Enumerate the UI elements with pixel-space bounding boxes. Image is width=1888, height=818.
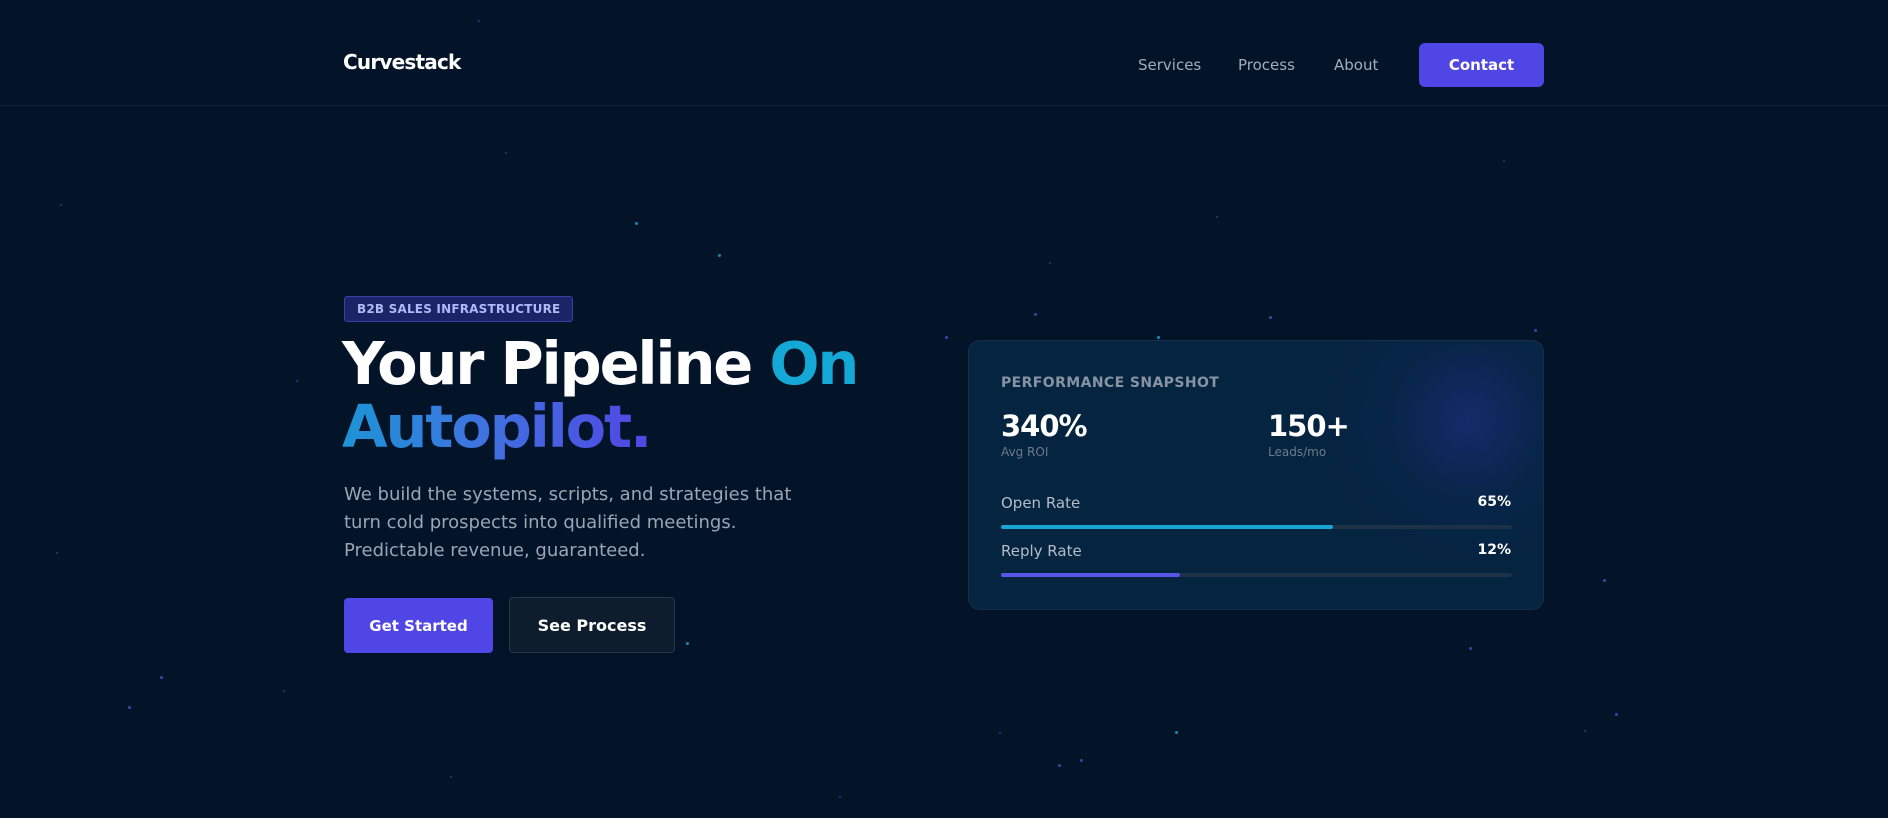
brand-logo[interactable]: Curvestack — [343, 50, 461, 74]
particle — [128, 706, 131, 709]
particle — [505, 152, 507, 154]
progress-track-open-rate — [1001, 525, 1512, 529]
metric-label-reply-rate: Reply Rate — [1001, 542, 1082, 560]
top-navbar: Curvestack Services Process About Contac… — [0, 0, 1888, 106]
particle — [1049, 262, 1051, 264]
see-process-button[interactable]: See Process — [509, 597, 675, 653]
particle — [160, 676, 163, 679]
particle — [839, 796, 841, 798]
particle — [1469, 647, 1472, 650]
particle — [1058, 764, 1061, 767]
particle — [1534, 329, 1537, 332]
performance-snapshot-card: PERFORMANCE SNAPSHOT 340% Avg ROI 150+ L… — [968, 340, 1544, 610]
nav-link-services[interactable]: Services — [1138, 56, 1201, 74]
card-title: PERFORMANCE SNAPSHOT — [1001, 375, 1220, 391]
progress-track-reply-rate — [1001, 573, 1512, 577]
stat-label-leads: Leads/mo — [1268, 445, 1327, 459]
particle — [1269, 316, 1272, 319]
metric-value-open-rate: 65% — [1477, 494, 1511, 510]
headline-accent-on: On — [769, 329, 859, 398]
particle — [1080, 759, 1083, 762]
metric-value-reply-rate: 12% — [1477, 542, 1511, 558]
particle — [945, 336, 948, 339]
metric-label-open-rate: Open Rate — [1001, 494, 1081, 512]
particle — [60, 204, 62, 206]
particle — [1157, 336, 1160, 339]
nav-link-about[interactable]: About — [1334, 56, 1378, 74]
headline-text: Your Pipeline — [342, 329, 770, 398]
particle — [1175, 731, 1178, 734]
get-started-button[interactable]: Get Started — [344, 598, 493, 653]
category-badge: B2B SALES INFRASTRUCTURE — [344, 296, 574, 322]
stat-value-leads: 150+ — [1268, 409, 1350, 443]
particle — [1216, 216, 1218, 218]
particle — [718, 254, 721, 257]
particle — [56, 552, 58, 554]
headline-accent-autopilot: Autopilot. — [342, 392, 652, 461]
particle — [635, 222, 638, 225]
hero-subtitle: We build the systems, scripts, and strat… — [344, 484, 792, 561]
stat-value-roi: 340% — [1001, 409, 1088, 443]
particle — [450, 776, 452, 778]
progress-fill-open-rate — [1001, 525, 1334, 529]
particle — [686, 642, 689, 645]
progress-fill-reply-rate — [1001, 573, 1180, 577]
hero-headline: Your Pipeline On Autopilot. — [342, 332, 942, 458]
particle — [1615, 713, 1618, 716]
particle — [1034, 313, 1037, 316]
contact-button[interactable]: Contact — [1419, 43, 1544, 87]
landing-page: Curvestack Services Process About Contac… — [0, 0, 1888, 818]
particle — [1603, 579, 1606, 582]
stat-label-roi: Avg ROI — [1001, 445, 1049, 459]
particle — [1584, 730, 1586, 732]
particle — [999, 732, 1001, 734]
particle — [296, 380, 298, 382]
particle — [1503, 160, 1505, 162]
particle — [283, 690, 285, 692]
nav-link-process[interactable]: Process — [1238, 56, 1295, 74]
